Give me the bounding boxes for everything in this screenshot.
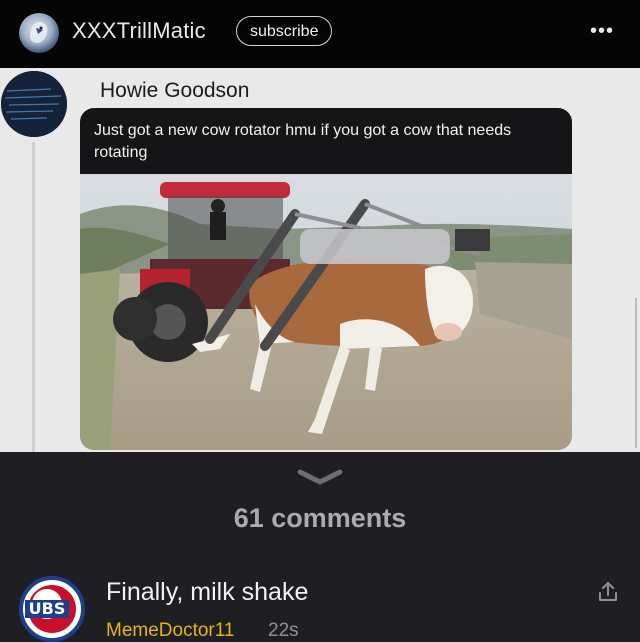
author-avatar [1, 71, 67, 137]
cubs-logo: UBS [25, 600, 69, 618]
share-icon[interactable] [596, 580, 620, 604]
commenter-avatar[interactable]: UBS [19, 576, 85, 642]
subscribe-button[interactable]: subscribe [236, 16, 333, 46]
chevron-down-icon[interactable] [296, 468, 344, 486]
thread-line [32, 142, 35, 452]
comments-count[interactable]: 61 comments [0, 503, 640, 534]
bird-icon [29, 22, 48, 43]
top-bar: XXXTrillMatic subscribe ••• [0, 0, 640, 68]
channel-username[interactable]: XXXTrillMatic [72, 18, 206, 44]
post-image[interactable]: Howie Goodson Just got a new cow rotator… [0, 68, 640, 452]
comment-text: Finally, milk shake [106, 578, 309, 606]
post-author: Howie Goodson [100, 79, 250, 102]
channel-avatar[interactable] [19, 13, 59, 53]
tractor-cow-photo [80, 174, 572, 450]
post-message: Just got a new cow rotator hmu if you go… [80, 108, 572, 174]
scroll-track [635, 298, 637, 448]
more-options-icon[interactable]: ••• [590, 20, 614, 43]
